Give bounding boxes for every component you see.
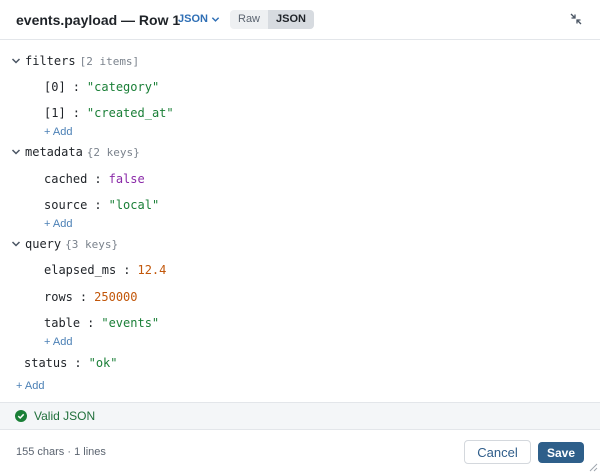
tree-leaf[interactable]: rows : 250000 [44, 289, 138, 305]
format-dropdown-label: JSON [178, 13, 208, 25]
leaf-value[interactable]: 12.4 [137, 263, 166, 277]
chevron-down-icon[interactable] [11, 239, 21, 249]
resize-handle-icon[interactable] [586, 460, 598, 472]
leaf-key: [1] [44, 106, 66, 120]
leaf-key: source [44, 198, 88, 212]
leaf-key: elapsed_ms [44, 263, 117, 277]
node-meta: [2 items] [79, 54, 140, 68]
mode-json-button[interactable]: JSON [268, 10, 314, 29]
json-editor-dialog: events.payload — Row 1 JSON Raw JSON fil… [0, 0, 600, 474]
validation-text: Valid JSON [34, 409, 96, 423]
collapse-icon[interactable] [569, 12, 583, 26]
node-key: query [25, 237, 62, 251]
node-meta: {2 keys} [86, 145, 140, 159]
leaf-value[interactable]: "ok" [89, 356, 118, 370]
leaf-key: status [24, 356, 68, 370]
json-tree: filters [2 items] [0] : "category" [1] :… [0, 40, 600, 402]
leaf-key: cached [44, 172, 88, 186]
tree-node-query[interactable]: query {3 keys} [11, 236, 118, 252]
node-key: metadata [25, 145, 83, 159]
chevron-down-icon[interactable] [11, 147, 21, 157]
format-dropdown[interactable]: JSON [178, 13, 220, 25]
mode-raw-button[interactable]: Raw [230, 10, 268, 29]
tree-leaf-status[interactable]: status : "ok" [24, 355, 118, 371]
add-root-item-button[interactable]: + Add [16, 380, 44, 392]
tree-leaf[interactable]: [0] : "category" [44, 79, 159, 95]
dialog-title: events.payload — Row 1 [16, 12, 181, 28]
tree-leaf[interactable]: [1] : "created_at" [44, 105, 174, 121]
dialog-header: events.payload — Row 1 JSON Raw JSON [0, 0, 600, 40]
leaf-value[interactable]: "category" [87, 80, 159, 94]
leaf-key: table [44, 316, 81, 330]
leaf-value[interactable]: "events" [101, 316, 159, 330]
leaf-value[interactable]: "local" [109, 198, 160, 212]
validation-bar: Valid JSON [0, 402, 600, 430]
chevron-down-icon [211, 16, 220, 22]
add-item-button[interactable]: + Add [44, 218, 72, 230]
tree-node-metadata[interactable]: metadata {2 keys} [11, 144, 140, 160]
tree-node-filters[interactable]: filters [2 items] [11, 53, 139, 69]
cancel-button[interactable]: Cancel [464, 440, 531, 464]
char-line-counter: 155 chars · 1 lines [16, 446, 106, 458]
tree-leaf[interactable]: table : "events" [44, 315, 159, 331]
leaf-value[interactable]: false [109, 172, 145, 186]
tree-leaf[interactable]: source : "local" [44, 197, 159, 213]
save-button[interactable]: Save [538, 442, 584, 463]
check-circle-icon [15, 410, 27, 422]
node-key: filters [25, 54, 76, 68]
chevron-down-icon[interactable] [11, 56, 21, 66]
tree-leaf[interactable]: cached : false [44, 171, 145, 187]
node-meta: {3 keys} [65, 237, 119, 251]
add-item-button[interactable]: + Add [44, 336, 72, 348]
view-mode-toggle: Raw JSON [230, 10, 314, 29]
leaf-value[interactable]: 250000 [94, 290, 137, 304]
leaf-key: [0] [44, 80, 66, 94]
leaf-value[interactable]: "created_at" [87, 106, 174, 120]
tree-leaf[interactable]: elapsed_ms : 12.4 [44, 262, 166, 278]
leaf-key: rows [44, 290, 73, 304]
add-item-button[interactable]: + Add [44, 126, 72, 138]
